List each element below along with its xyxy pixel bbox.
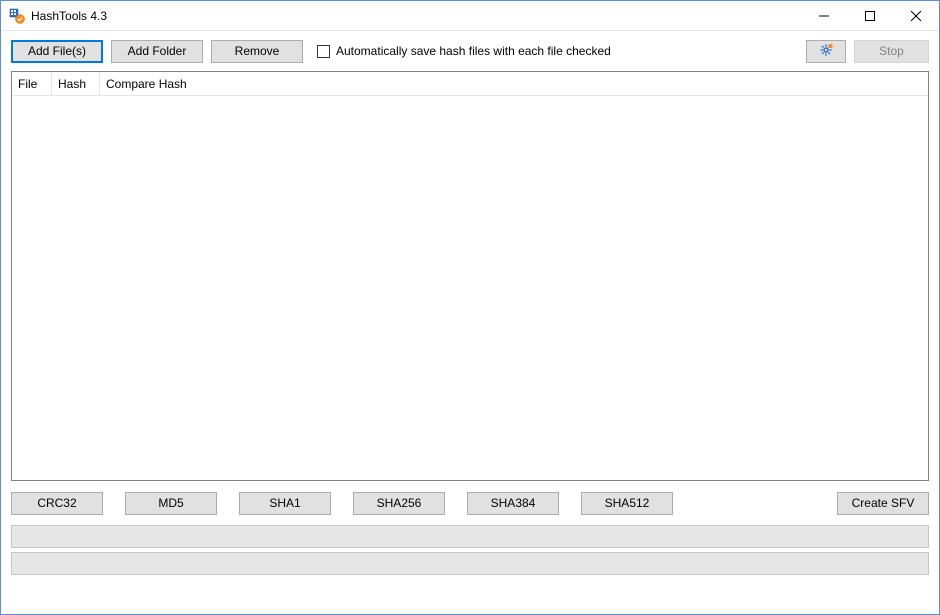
autosave-label: Automatically save hash files with each … <box>336 44 611 58</box>
stop-button: Stop <box>854 40 929 63</box>
minimize-button[interactable] <box>801 1 847 31</box>
sha256-button[interactable]: SHA256 <box>353 492 445 515</box>
sha384-button[interactable]: SHA384 <box>467 492 559 515</box>
sha512-button[interactable]: SHA512 <box>581 492 673 515</box>
settings-button[interactable] <box>806 40 846 63</box>
hash-button-bar: CRC32 MD5 SHA1 SHA256 SHA384 SHA512 Crea… <box>1 481 939 525</box>
file-list-area: File Hash Compare Hash <box>11 71 929 481</box>
column-compare-hash[interactable]: Compare Hash <box>100 72 928 96</box>
toolbar: Add File(s) Add Folder Remove Automatica… <box>1 31 939 71</box>
crc32-button[interactable]: CRC32 <box>11 492 103 515</box>
window-title: HashTools 4.3 <box>31 9 107 23</box>
remove-button[interactable]: Remove <box>211 40 303 63</box>
sha1-button[interactable]: SHA1 <box>239 492 331 515</box>
app-icon <box>9 8 25 24</box>
gear-icon <box>818 42 834 61</box>
create-sfv-button[interactable]: Create SFV <box>837 492 929 515</box>
column-hash[interactable]: Hash <box>52 72 100 96</box>
close-button[interactable] <box>893 1 939 31</box>
statusbar-2 <box>11 552 929 575</box>
statusbar-area <box>11 525 929 575</box>
table-body[interactable] <box>12 96 928 480</box>
statusbar-1 <box>11 525 929 548</box>
column-file[interactable]: File <box>12 72 52 96</box>
add-folder-button[interactable]: Add Folder <box>111 40 203 63</box>
titlebar: HashTools 4.3 <box>1 1 939 31</box>
add-files-button[interactable]: Add File(s) <box>11 40 103 63</box>
md5-button[interactable]: MD5 <box>125 492 217 515</box>
autosave-checkbox-wrap[interactable]: Automatically save hash files with each … <box>317 44 611 58</box>
autosave-checkbox[interactable] <box>317 45 330 58</box>
maximize-button[interactable] <box>847 1 893 31</box>
table-header: File Hash Compare Hash <box>12 72 928 96</box>
